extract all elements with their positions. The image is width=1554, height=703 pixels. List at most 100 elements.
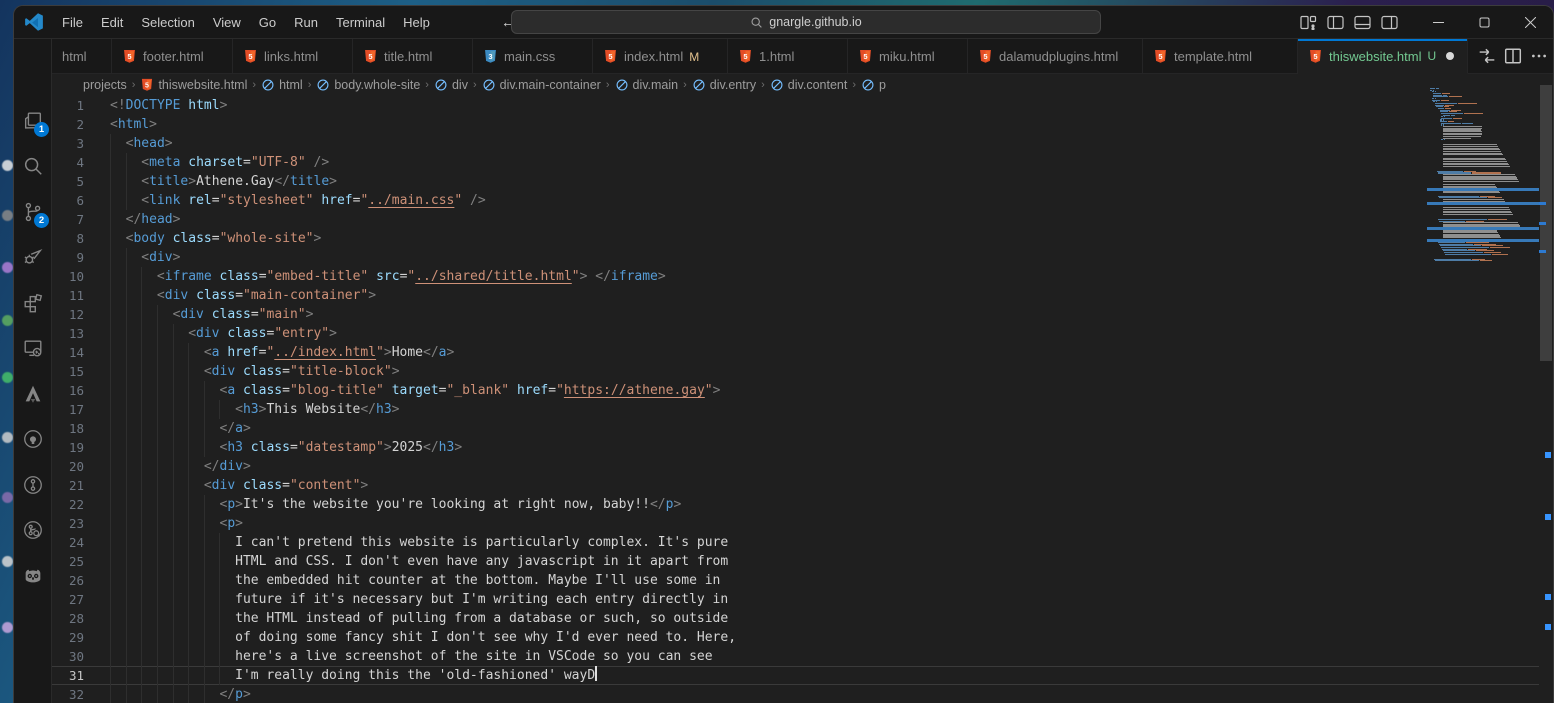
toggle-panel-icon[interactable]: [1354, 15, 1371, 30]
line-number[interactable]: 10: [52, 267, 110, 286]
tab-main.css[interactable]: 3main.css: [473, 39, 593, 74]
line-number[interactable]: 23: [52, 514, 110, 533]
line-number[interactable]: 31: [52, 666, 110, 685]
code-line-28[interactable]: 28the HTML instead of pulling from a dat…: [52, 609, 1553, 628]
code-line-22[interactable]: 22<p>It's the website you're looking at …: [52, 495, 1553, 514]
menu-help[interactable]: Help: [394, 11, 439, 34]
line-number[interactable]: 32: [52, 685, 110, 703]
line-number[interactable]: 22: [52, 495, 110, 514]
minimap[interactable]: [1427, 74, 1539, 703]
search-icon[interactable]: [14, 147, 52, 185]
git-graph-icon[interactable]: [14, 511, 52, 549]
gitlens-icon[interactable]: [14, 466, 52, 504]
line-number[interactable]: 29: [52, 628, 110, 647]
breadcrumb-item-div.main-container[interactable]: div.main-container: [482, 78, 601, 92]
astro-extension-icon[interactable]: [14, 375, 52, 413]
tab-title.html[interactable]: 5title.html: [353, 39, 473, 74]
code-line-12[interactable]: 12<div class="main">: [52, 305, 1553, 324]
breadcrumb-item-div[interactable]: div: [434, 78, 468, 92]
menu-edit[interactable]: Edit: [92, 11, 132, 34]
toggle-secondary-sidebar-icon[interactable]: [1381, 15, 1398, 30]
tab-miku.html[interactable]: 5miku.html: [848, 39, 968, 74]
github-icon[interactable]: [14, 420, 52, 458]
tab-1.html[interactable]: 51.html: [728, 39, 848, 74]
tab-thiswebsite.html[interactable]: 5thiswebsite.htmlU: [1298, 39, 1468, 74]
code-line-25[interactable]: 25HTML and CSS. I don't even have any ja…: [52, 552, 1553, 571]
menu-terminal[interactable]: Terminal: [327, 11, 394, 34]
godot-tools-icon[interactable]: [14, 557, 52, 595]
tab-dalamudplugins.html[interactable]: 5dalamudplugins.html: [968, 39, 1143, 74]
remote-explorer-icon[interactable]: [14, 329, 52, 367]
tab-index.html[interactable]: 5index.htmlM: [593, 39, 728, 74]
line-number[interactable]: 30: [52, 647, 110, 666]
code-editor[interactable]: 1<!DOCTYPE html>2<html>3<head>4<meta cha…: [52, 96, 1553, 703]
menu-go[interactable]: Go: [250, 11, 285, 34]
line-number[interactable]: 4: [52, 153, 110, 172]
run-debug-icon[interactable]: [14, 238, 52, 276]
code-line-26[interactable]: 26the embedded hit counter at the bottom…: [52, 571, 1553, 590]
line-number[interactable]: 27: [52, 590, 110, 609]
code-line-7[interactable]: 7</head>: [52, 210, 1553, 229]
breadcrumb-item-div.entry[interactable]: div.entry: [692, 78, 756, 92]
maximize-button[interactable]: [1461, 6, 1507, 39]
breadcrumb-item-p[interactable]: p: [861, 78, 886, 92]
command-center-search[interactable]: gnargle.github.io: [511, 10, 1101, 34]
more-actions-icon[interactable]: [1530, 47, 1548, 65]
code-line-8[interactable]: 8<body class="whole-site">: [52, 229, 1553, 248]
line-number[interactable]: 2: [52, 115, 110, 134]
line-number[interactable]: 6: [52, 191, 110, 210]
line-number[interactable]: 21: [52, 476, 110, 495]
line-number[interactable]: 25: [52, 552, 110, 571]
tab-html[interactable]: html: [52, 39, 112, 74]
code-line-29[interactable]: 29of doing some fancy shit I don't see w…: [52, 628, 1553, 647]
code-line-13[interactable]: 13<div class="entry">: [52, 324, 1553, 343]
code-line-30[interactable]: 30here's a live screenshot of the site i…: [52, 647, 1553, 666]
split-editor-icon[interactable]: [1504, 47, 1522, 65]
breadcrumb-item-div.content[interactable]: div.content: [770, 78, 848, 92]
line-number[interactable]: 14: [52, 343, 110, 362]
line-number[interactable]: 3: [52, 134, 110, 153]
line-number[interactable]: 19: [52, 438, 110, 457]
customize-layout-icon[interactable]: [1300, 15, 1317, 30]
tab-links.html[interactable]: 5links.html: [233, 39, 353, 74]
code-line-4[interactable]: 4<meta charset="UTF-8" />: [52, 153, 1553, 172]
line-number[interactable]: 1: [52, 96, 110, 115]
open-changes-icon[interactable]: [1478, 47, 1496, 65]
code-line-10[interactable]: 10<iframe class="embed-title" src="../sh…: [52, 267, 1553, 286]
menu-view[interactable]: View: [204, 11, 250, 34]
menu-run[interactable]: Run: [285, 11, 327, 34]
line-number[interactable]: 17: [52, 400, 110, 419]
code-line-23[interactable]: 23<p>: [52, 514, 1553, 533]
code-line-15[interactable]: 15<div class="title-block">: [52, 362, 1553, 381]
line-number[interactable]: 20: [52, 457, 110, 476]
code-line-2[interactable]: 2<html>: [52, 115, 1553, 134]
code-line-17[interactable]: 17<h3>This Website</h3>: [52, 400, 1553, 419]
code-line-3[interactable]: 3<head>: [52, 134, 1553, 153]
code-line-11[interactable]: 11<div class="main-container">: [52, 286, 1553, 305]
dirty-indicator-icon[interactable]: [1446, 52, 1454, 60]
code-line-18[interactable]: 18</a>: [52, 419, 1553, 438]
menu-file[interactable]: File: [53, 11, 92, 34]
code-line-21[interactable]: 21<div class="content">: [52, 476, 1553, 495]
code-line-1[interactable]: 1<!DOCTYPE html>: [52, 96, 1553, 115]
vertical-scrollbar[interactable]: [1539, 74, 1553, 703]
breadcrumb-item-thiswebsite.html[interactable]: 5thiswebsite.html: [140, 78, 247, 92]
breadcrumb-item-html[interactable]: html: [261, 78, 303, 92]
line-number[interactable]: 11: [52, 286, 110, 305]
code-line-27[interactable]: 27future if it's necessary but I'm writi…: [52, 590, 1553, 609]
minimize-button[interactable]: [1415, 6, 1461, 39]
line-number[interactable]: 28: [52, 609, 110, 628]
tab-footer.html[interactable]: 5footer.html: [112, 39, 233, 74]
close-button[interactable]: [1507, 6, 1553, 39]
breadcrumb-item-body.whole-site[interactable]: body.whole-site: [316, 78, 420, 92]
line-number[interactable]: 8: [52, 229, 110, 248]
code-line-32[interactable]: 32</p>: [52, 685, 1553, 703]
breadcrumb-item-div.main[interactable]: div.main: [615, 78, 679, 92]
menu-selection[interactable]: Selection: [132, 11, 203, 34]
extensions-icon[interactable]: [14, 284, 52, 322]
code-line-9[interactable]: 9<div>: [52, 248, 1553, 267]
line-number[interactable]: 13: [52, 324, 110, 343]
code-line-5[interactable]: 5<title>Athene.Gay</title>: [52, 172, 1553, 191]
code-line-24[interactable]: 24I can't pretend this website is partic…: [52, 533, 1553, 552]
code-line-19[interactable]: 19<h3 class="datestamp">2025</h3>: [52, 438, 1553, 457]
